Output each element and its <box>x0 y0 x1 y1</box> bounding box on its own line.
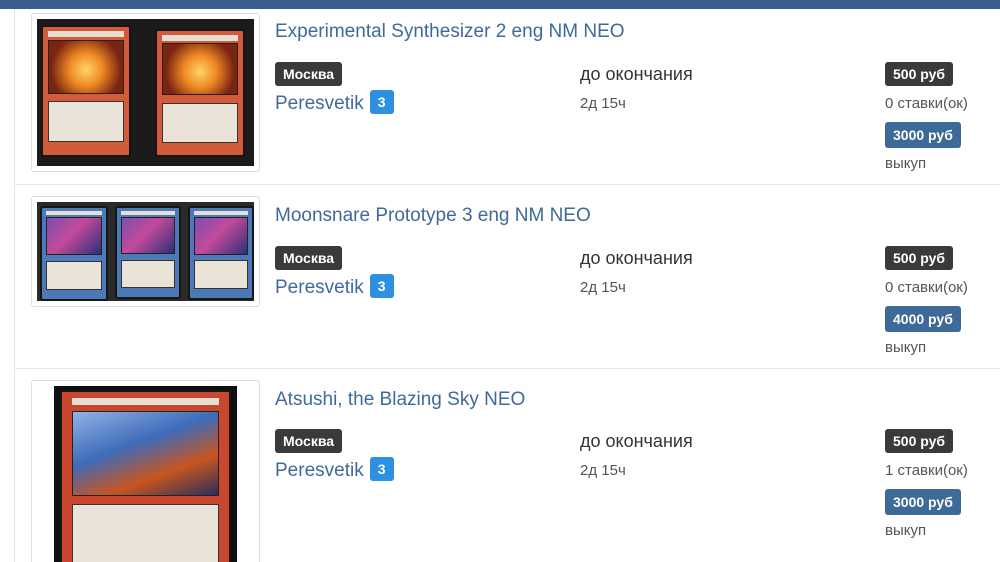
current-price-badge: 500 руб <box>885 62 954 86</box>
buyout-label: выкуп <box>885 155 927 172</box>
seller-name[interactable]: Peresvetik <box>275 277 364 298</box>
listing-title-link[interactable]: Atsushi, the Blazing Sky NEO <box>275 389 525 411</box>
city-badge: Москва <box>275 429 343 453</box>
card-image <box>41 25 131 157</box>
seller-name[interactable]: Peresvetik <box>275 460 364 481</box>
listing-thumbnail[interactable] <box>31 13 260 172</box>
current-price-badge: 500 руб <box>885 246 954 270</box>
buyout-label: выкуп <box>885 339 927 356</box>
seller-link[interactable]: Peresvetik 3 <box>275 274 394 300</box>
card-image <box>40 206 108 301</box>
bids-count: 1 ставки(ок) <box>885 462 968 479</box>
bids-count: 0 ставки(ок) <box>885 95 968 112</box>
listing-title-link[interactable]: Moonsnare Prototype 3 eng NM NEO <box>275 205 591 227</box>
card-image <box>115 206 181 299</box>
listing-photo <box>54 386 237 562</box>
seller-name[interactable]: Peresvetik <box>275 93 364 114</box>
city-badge: Москва <box>275 62 343 86</box>
time-left: 2д 15ч <box>580 279 626 296</box>
time-label: до окончания <box>580 64 693 84</box>
listing-thumbnail[interactable] <box>31 380 260 562</box>
card-image <box>60 390 231 562</box>
card-image <box>155 29 245 157</box>
card-image <box>188 206 254 300</box>
time-label: до окончания <box>580 248 693 268</box>
seller-rating-badge: 3 <box>369 90 394 114</box>
listing-thumbnail[interactable] <box>31 196 260 307</box>
listing-item: Atsushi, the Blazing Sky NEO Москва Pere… <box>15 369 1000 562</box>
listing-item: Moonsnare Prototype 3 eng NM NEO Москва … <box>15 185 1000 369</box>
city-badge: Москва <box>275 246 343 270</box>
seller-link[interactable]: Peresvetik 3 <box>275 90 394 116</box>
buyout-price-button[interactable]: 4000 руб <box>885 306 961 332</box>
listing-item: Experimental Synthesizer 2 eng NM NEO Мо… <box>15 9 1000 185</box>
seller-rating-badge: 3 <box>369 457 394 481</box>
time-label: до окончания <box>580 431 693 451</box>
current-price-badge: 500 руб <box>885 429 954 453</box>
bids-count: 0 ставки(ок) <box>885 279 968 296</box>
time-left: 2д 15ч <box>580 462 626 479</box>
listing-photo <box>37 19 254 166</box>
listing-photo <box>37 202 254 301</box>
buyout-price-button[interactable]: 3000 руб <box>885 122 961 148</box>
seller-rating-badge: 3 <box>369 274 394 298</box>
top-bar <box>0 0 1000 9</box>
seller-link[interactable]: Peresvetik 3 <box>275 457 394 483</box>
buyout-price-button[interactable]: 3000 руб <box>885 489 961 515</box>
listing-title-link[interactable]: Experimental Synthesizer 2 eng NM NEO <box>275 21 625 43</box>
time-left: 2д 15ч <box>580 95 626 112</box>
buyout-label: выкуп <box>885 522 927 539</box>
